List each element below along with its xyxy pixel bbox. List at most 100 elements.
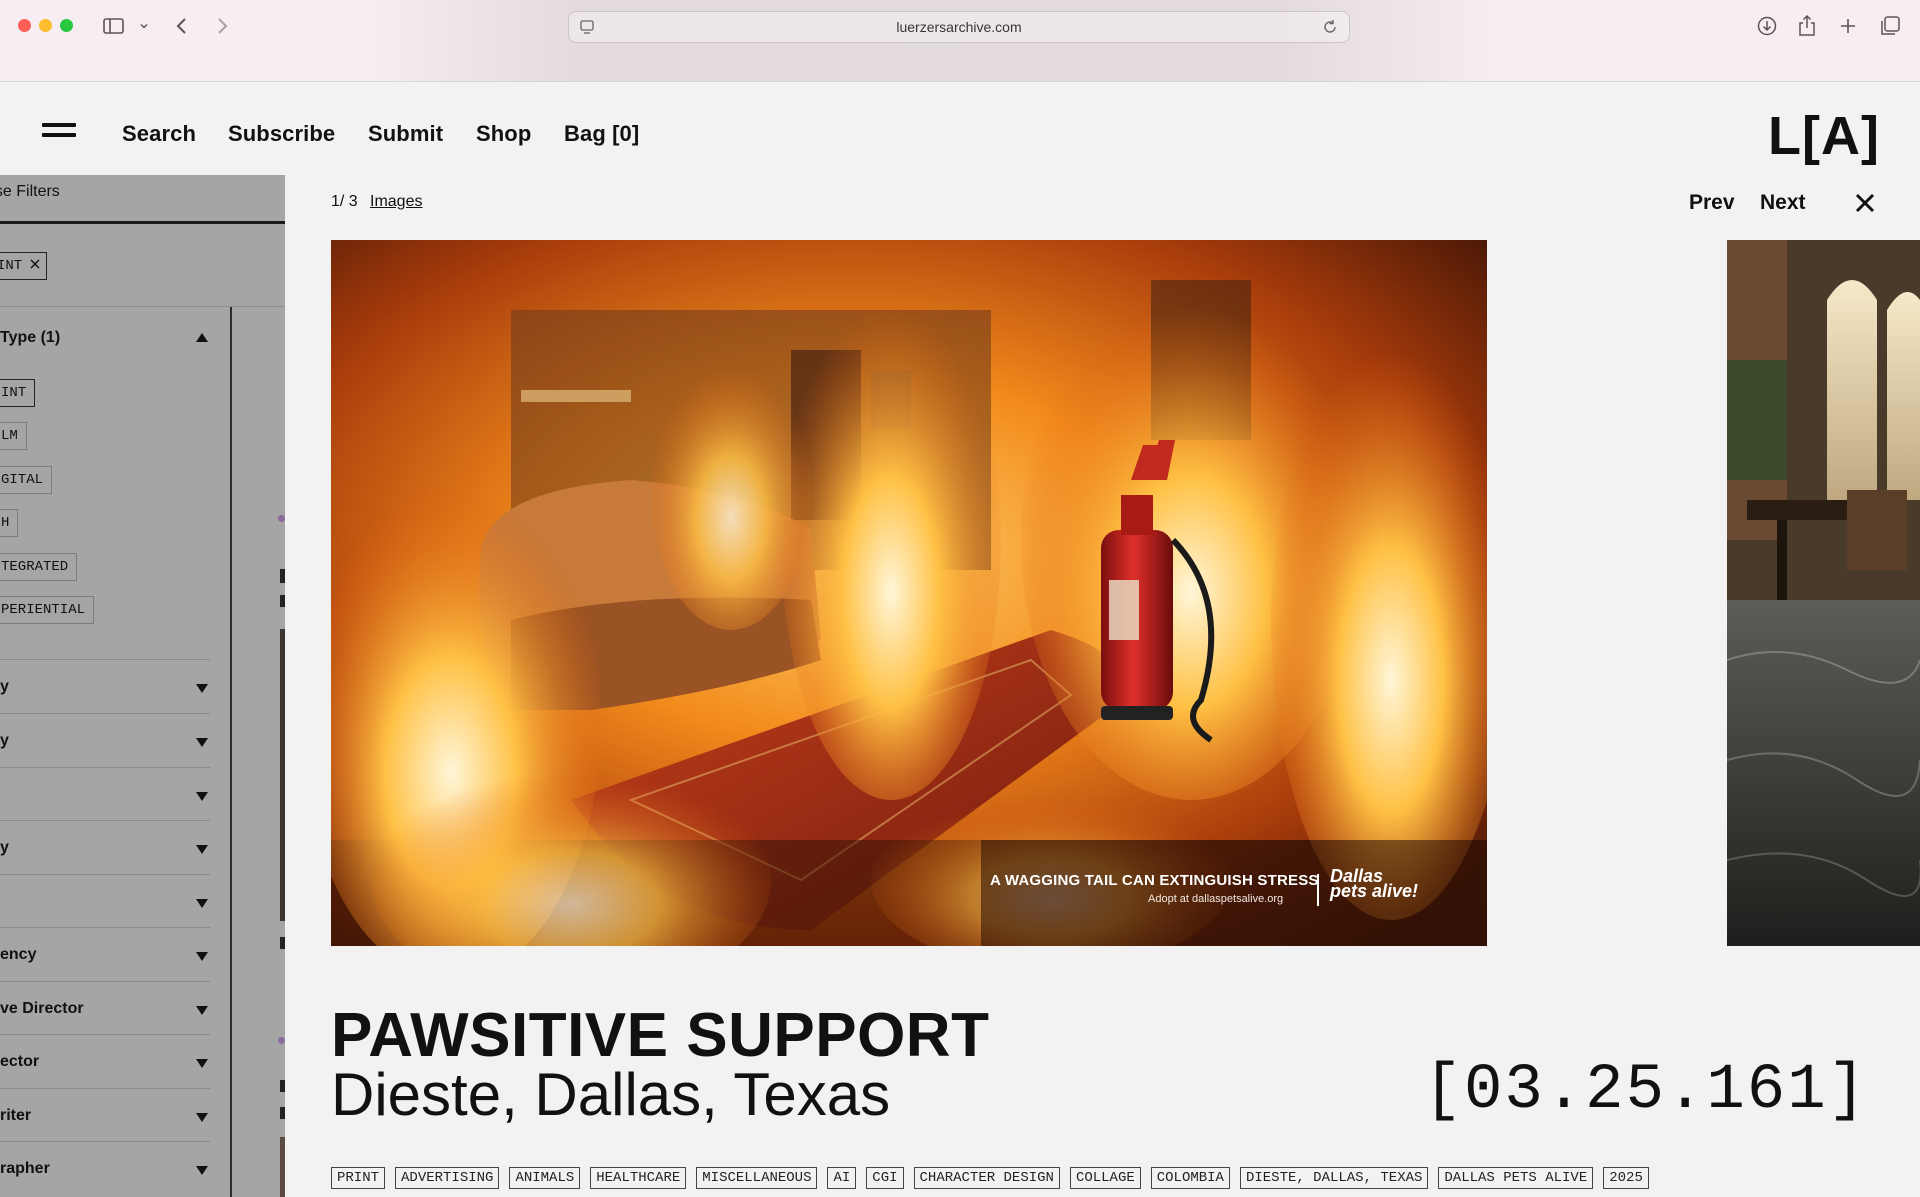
result-text-fragment	[280, 595, 285, 607]
caret-down-icon	[196, 1006, 208, 1015]
tag[interactable]: HEALTHCARE	[590, 1167, 687, 1189]
next-button[interactable]: Next	[1760, 191, 1806, 215]
ad-image[interactable]: A WAGGING TAIL CAN EXTINGUISH STRESS Ado…	[331, 240, 1487, 946]
filter-list: Type (1) INT LM GITAL H TEGRATED PERIENT…	[0, 307, 232, 1197]
nav-shop[interactable]: Shop	[476, 121, 531, 147]
filter-label: riter	[0, 1107, 32, 1124]
images-link[interactable]: Images	[370, 193, 422, 211]
filter-row[interactable]: ector	[0, 1034, 210, 1088]
dallas-pets-alive-logo: Dallas pets alive!	[1330, 867, 1419, 901]
address-bar[interactable]: luerzersarchive.com	[568, 11, 1350, 43]
tag-list: PRINT ADVERTISING ANIMALS HEALTHCARE MIS…	[331, 1167, 1649, 1189]
tag[interactable]: AI	[827, 1167, 857, 1189]
filter-row[interactable]: rapher	[0, 1141, 210, 1195]
entry-subtitle: Dieste, Dallas, Texas	[331, 1061, 891, 1128]
filter-sidebar: ose Filters INT Type (1) INT LM GITAL H …	[0, 175, 285, 1197]
prev-button[interactable]: Prev	[1689, 191, 1735, 215]
filter-row[interactable]: y	[0, 713, 210, 767]
page-menu-icon[interactable]	[579, 19, 595, 40]
image-counter: 1/ 3	[331, 193, 358, 210]
sidebar-toggle-icon[interactable]	[102, 12, 126, 40]
result-thumbnail[interactable]	[280, 1137, 285, 1197]
tag[interactable]: COLLAGE	[1069, 1167, 1141, 1189]
filter-row[interactable]: ency	[0, 927, 210, 981]
ad-tagline: A WAGGING TAIL CAN EXTINGUISH STRESS	[990, 872, 1319, 889]
filter-label: y	[0, 839, 9, 856]
filter-label: y	[0, 678, 9, 695]
divider	[1317, 874, 1319, 906]
filter-type-heading[interactable]: Type (1)	[0, 329, 60, 347]
filter-row[interactable]: riter	[0, 1088, 210, 1142]
close-filters-button[interactable]: ose Filters	[0, 183, 60, 201]
caret-down-icon	[196, 1166, 208, 1175]
type-option[interactable]: INT	[0, 379, 36, 407]
minimize-window-button[interactable]	[39, 19, 52, 32]
tag[interactable]: CGI	[866, 1167, 904, 1189]
url-text: luerzersarchive.com	[896, 19, 1022, 35]
zoom-window-button[interactable]	[60, 19, 73, 32]
caret-up-icon[interactable]	[196, 333, 208, 342]
type-option[interactable]: H	[0, 509, 19, 537]
type-option[interactable]: TEGRATED	[0, 553, 78, 581]
caret-down-icon	[196, 738, 208, 747]
tag[interactable]: ANIMALS	[509, 1167, 581, 1189]
caret-down-icon	[196, 684, 208, 693]
site-logo[interactable]: L[A]	[1768, 105, 1880, 167]
tag[interactable]: DALLAS PETS ALIVE	[1438, 1167, 1594, 1189]
filter-row[interactable]	[0, 767, 210, 821]
nav-submit[interactable]: Submit	[368, 121, 443, 147]
new-tab-icon[interactable]	[1839, 12, 1857, 40]
tag[interactable]: PRINT	[331, 1167, 386, 1189]
type-option[interactable]: PERIENTIAL	[0, 596, 95, 624]
result-text-fragment	[280, 937, 285, 949]
filter-row[interactable]: ve Director	[0, 981, 210, 1035]
tag[interactable]: DIESTE, DALLAS, TEXAS	[1239, 1167, 1429, 1189]
active-filter-chip[interactable]: INT	[0, 252, 48, 280]
filter-label: rapher	[0, 1160, 50, 1177]
caret-down-icon	[196, 845, 208, 854]
site-header: Search Subscribe Submit Shop Bag [0] L[A…	[0, 83, 1920, 175]
result-text-fragment	[280, 1080, 285, 1092]
type-option[interactable]: LM	[0, 422, 27, 450]
back-icon[interactable]	[174, 12, 190, 40]
share-icon[interactable]	[1797, 12, 1817, 40]
type-option[interactable]: GITAL	[0, 466, 53, 494]
chevron-down-icon[interactable]	[138, 12, 150, 40]
nav-bag[interactable]: Bag [0]	[564, 121, 639, 147]
tag[interactable]: CHARACTER DESIGN	[913, 1167, 1060, 1189]
nav-subscribe[interactable]: Subscribe	[228, 121, 335, 147]
tab-overview-icon[interactable]	[1879, 12, 1901, 40]
filter-row[interactable]: y	[0, 820, 210, 874]
result-thumbnail[interactable]	[280, 629, 285, 921]
tag[interactable]: COLOMBIA	[1150, 1167, 1230, 1189]
tag[interactable]: ADVERTISING	[395, 1167, 500, 1189]
filter-row[interactable]	[0, 874, 210, 928]
caret-down-icon	[196, 1113, 208, 1122]
remove-filter-icon[interactable]	[30, 258, 40, 274]
caret-down-icon	[196, 1059, 208, 1068]
download-icon[interactable]	[1756, 12, 1778, 40]
filter-label: ve Director	[0, 1000, 84, 1017]
filter-label: ector	[0, 1053, 40, 1070]
menu-icon[interactable]	[42, 123, 76, 139]
nav-search[interactable]: Search	[122, 121, 196, 147]
close-window-button[interactable]	[18, 19, 31, 32]
caret-down-icon	[196, 792, 208, 801]
browser-toolbar: luerzersarchive.com	[0, 0, 1920, 82]
filter-label: ency	[0, 946, 37, 963]
results-peek	[234, 307, 285, 1197]
result-text-fragment	[280, 1107, 285, 1119]
result-text-fragment	[280, 569, 285, 583]
filter-label: y	[0, 732, 9, 749]
reload-icon[interactable]	[1321, 18, 1339, 41]
divider	[0, 221, 285, 224]
forward-icon[interactable]	[214, 12, 230, 40]
caret-down-icon	[196, 952, 208, 961]
close-icon[interactable]	[1853, 191, 1877, 215]
ad-adopt-text: Adopt at dallaspetsalive.org	[1148, 893, 1284, 905]
tag[interactable]: MISCELLANEOUS	[696, 1167, 818, 1189]
filter-row[interactable]: y	[0, 659, 210, 713]
tag[interactable]: 2025	[1603, 1167, 1649, 1189]
logo-line: pets alive!	[1330, 881, 1419, 901]
next-ad-image[interactable]	[1727, 240, 1920, 946]
